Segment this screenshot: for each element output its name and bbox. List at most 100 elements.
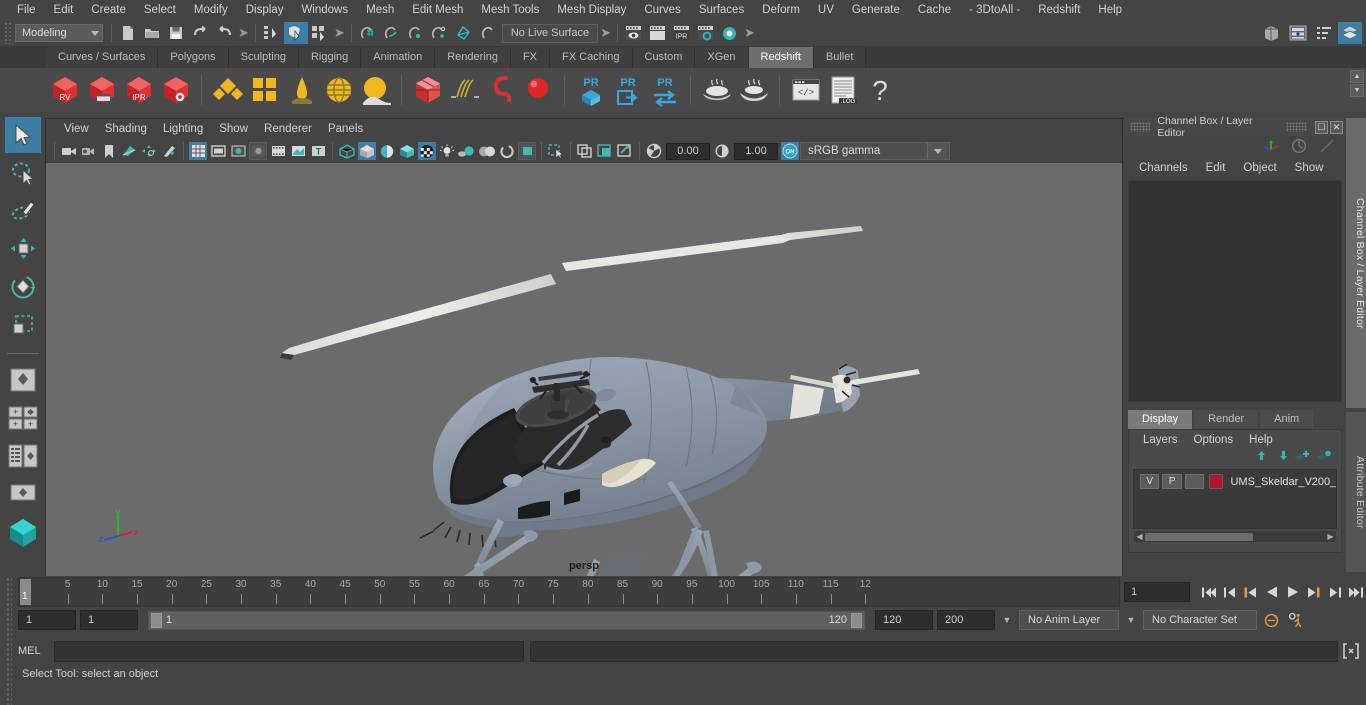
menu-mesh-tools[interactable]: Mesh Tools: [472, 0, 548, 20]
redshift-sub-surface-button[interactable]: [320, 70, 357, 110]
redshift-sphere-light-button[interactable]: [520, 70, 557, 110]
select-by-object-type-icon[interactable]: [283, 22, 308, 44]
menu-deform[interactable]: Deform: [753, 0, 809, 20]
go-to-start-icon[interactable]: [1200, 581, 1217, 603]
shelf-tab-polygons[interactable]: Polygons: [158, 47, 229, 68]
shelf-tab-bullet[interactable]: Bullet: [813, 47, 867, 68]
color-management-toggle-icon[interactable]: ON: [781, 142, 799, 160]
shelf-tab-redshift[interactable]: Redshift: [748, 47, 814, 68]
layer-menu-layers[interactable]: Layers: [1135, 434, 1186, 446]
menu-edit-mesh[interactable]: Edit Mesh: [403, 0, 472, 20]
view-transform-select[interactable]: sRGB gamma: [800, 142, 950, 160]
isolate-select-icon[interactable]: [547, 142, 565, 160]
wireframe-icon[interactable]: [338, 142, 356, 160]
time-slider-grip[interactable]: [6, 577, 12, 705]
channel-menu-show[interactable]: Show: [1286, 162, 1333, 174]
xray-joints-icon[interactable]: [289, 142, 307, 160]
layer-menu-help[interactable]: Help: [1241, 434, 1281, 446]
ipr-render-icon[interactable]: IPR: [670, 22, 694, 44]
channel-menu-edit[interactable]: Edit: [1197, 162, 1235, 174]
exposure-field[interactable]: 0.00: [666, 142, 710, 160]
anim-layer-field[interactable]: No Anim Layer: [1019, 610, 1119, 630]
shelf-tab-curves-surfaces[interactable]: Curves / Surfaces: [46, 47, 159, 68]
layer-playback-toggle[interactable]: P: [1162, 474, 1182, 489]
redshift-hair-button[interactable]: [446, 70, 483, 110]
viewport-menu-shading[interactable]: Shading: [97, 123, 155, 135]
layer-visibility-toggle[interactable]: V: [1140, 474, 1160, 489]
redshift-render-view-button[interactable]: RV: [46, 70, 83, 110]
lasso-select-tool[interactable]: [5, 155, 41, 191]
make-live-icon[interactable]: [476, 22, 500, 44]
grid-toggle-icon[interactable]: [189, 142, 207, 160]
text-overlay-icon[interactable]: T: [309, 142, 327, 160]
select-by-component-type-icon[interactable]: [308, 22, 332, 44]
snap-to-curve-icon[interactable]: [380, 22, 404, 44]
current-frame-field[interactable]: 1: [1124, 582, 1190, 602]
move-layer-up-icon[interactable]: [1250, 450, 1265, 466]
layout-persp-graph-icon[interactable]: [5, 438, 41, 474]
anim-end-field[interactable]: 120: [875, 610, 933, 630]
snap-to-projected-center-icon[interactable]: [428, 22, 452, 44]
side-tab-attribute-editor[interactable]: Attribute Editor: [1346, 412, 1366, 572]
gate-mask-icon[interactable]: [249, 142, 267, 160]
smooth-shade-icon[interactable]: [358, 142, 376, 160]
layer-horizontal-scrollbar[interactable]: ◀ ▶: [1134, 531, 1336, 542]
ambient-occlusion-icon[interactable]: [478, 142, 496, 160]
step-back-frame-icon[interactable]: [1242, 581, 1259, 603]
collapse-arrow-icon-4[interactable]: ➤: [744, 25, 755, 41]
redo-icon[interactable]: [212, 22, 236, 44]
restore-icon[interactable]: ☐: [1315, 120, 1329, 134]
menu-display[interactable]: Display: [237, 0, 293, 20]
redshift-render-settings-button[interactable]: [157, 70, 194, 110]
rotate-tool[interactable]: [5, 269, 41, 305]
textured-icon[interactable]: [398, 142, 416, 160]
redshift-proxy-export-button[interactable]: PR: [609, 70, 646, 110]
viewport-menu-lighting[interactable]: Lighting: [155, 123, 211, 135]
viewport-menu-show[interactable]: Show: [211, 123, 256, 135]
new-layer-icon[interactable]: [1294, 450, 1309, 466]
resolution-gate-icon[interactable]: [229, 142, 247, 160]
go-to-end-icon[interactable]: [1347, 581, 1364, 603]
menu-curves[interactable]: Curves: [635, 0, 689, 20]
hw-texturing-icon[interactable]: [418, 142, 436, 160]
menu-file[interactable]: File: [8, 0, 45, 20]
gamma-field[interactable]: 1.00: [734, 142, 778, 160]
menu-create[interactable]: Create: [82, 0, 135, 20]
select-camera-icon[interactable]: [60, 142, 78, 160]
range-end-handle[interactable]: [851, 612, 862, 628]
viewport-menu-renderer[interactable]: Renderer: [256, 123, 320, 135]
character-set-field[interactable]: No Character Set: [1143, 610, 1257, 630]
redshift-proxy-cube-button[interactable]: [409, 70, 446, 110]
layout-four-view-icon[interactable]: [5, 362, 41, 398]
step-forward-keyframe-icon[interactable]: [1326, 581, 1343, 603]
new-layer-from-selected-icon[interactable]: [1316, 450, 1331, 466]
menu-3dtoall[interactable]: - 3DtoAll -: [960, 0, 1029, 20]
panel-grip[interactable]: [1130, 122, 1152, 132]
shelf-tab-sculpting[interactable]: Sculpting: [228, 47, 299, 68]
command-output-field[interactable]: [530, 640, 1338, 662]
play-backwards-icon[interactable]: [1263, 581, 1280, 603]
render-current-frame-icon[interactable]: [622, 22, 646, 44]
bookmark-icon[interactable]: [100, 142, 118, 160]
command-language-label[interactable]: MEL: [18, 645, 54, 657]
collapse-arrow-icon[interactable]: ➤: [238, 25, 249, 41]
motion-blur-icon[interactable]: [498, 142, 516, 160]
anim-layer-dropdown-arrow-icon[interactable]: ▼: [999, 615, 1015, 625]
menu-mesh-display[interactable]: Mesh Display: [548, 0, 635, 20]
collapse-arrow-icon-2[interactable]: ➤: [334, 25, 345, 41]
redshift-curve-button[interactable]: [483, 70, 520, 110]
shelf-scroll-down-button[interactable]: ▼: [1350, 84, 1364, 97]
xray-joint-icon[interactable]: [596, 142, 614, 160]
menu-windows[interactable]: Windows: [292, 0, 357, 20]
show-hide-tool-settings-icon[interactable]: [1312, 22, 1336, 44]
shelf-scroll-up-button[interactable]: ▲: [1350, 70, 1364, 83]
scroll-thumb[interactable]: [1145, 532, 1253, 541]
redshift-log-file-button[interactable]: .LOG: [824, 70, 861, 110]
range-start-handle[interactable]: [151, 612, 162, 628]
redshift-material-button[interactable]: [209, 70, 246, 110]
image-plane-icon[interactable]: [120, 142, 138, 160]
render-settings-icon[interactable]: [694, 22, 718, 44]
show-hide-channel-box-icon[interactable]: [1338, 22, 1362, 44]
shelf-tab-rendering[interactable]: Rendering: [435, 47, 511, 68]
use-all-lights-icon[interactable]: [438, 142, 456, 160]
